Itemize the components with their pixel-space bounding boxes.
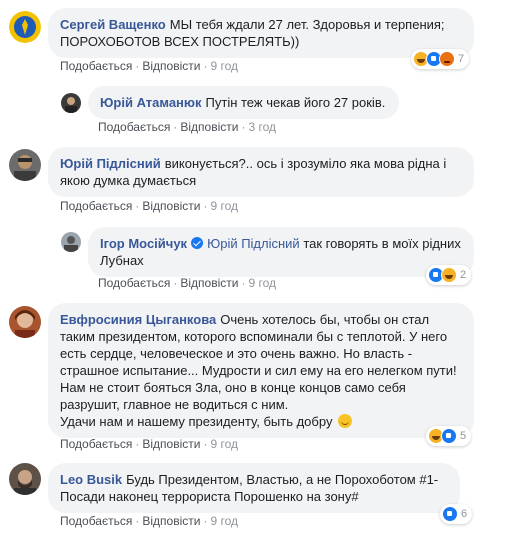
comment-bubble: Юрій Підлісний виконується?.. ось і зрозу… bbox=[48, 147, 474, 197]
comment-time[interactable]: 9 год bbox=[210, 199, 238, 213]
avatar[interactable] bbox=[61, 93, 81, 113]
like-link[interactable]: Подобається bbox=[98, 276, 170, 290]
comment-actions: Подобається · Відповісти · 9 год bbox=[60, 514, 238, 528]
like-link[interactable]: Подобається bbox=[60, 59, 132, 73]
reaction-summary[interactable]: 6 bbox=[440, 504, 473, 524]
comment-author[interactable]: Юрій Атаманюк bbox=[100, 95, 202, 110]
reply-link[interactable]: Відповісти bbox=[142, 514, 200, 528]
reaction-count: 6 bbox=[461, 508, 468, 520]
comment-actions: Подобається · Відповісти · 9 год bbox=[60, 199, 238, 213]
avatar[interactable] bbox=[9, 463, 41, 495]
reaction-count: 5 bbox=[460, 430, 467, 442]
comment-author[interactable]: Юрій Підлісний bbox=[60, 156, 161, 171]
reaction-summary[interactable]: 2 bbox=[426, 265, 472, 285]
comment-text: Путін теж чекав його 27 років. bbox=[205, 95, 386, 110]
avatar[interactable] bbox=[9, 11, 41, 43]
comment-time[interactable]: 3 год bbox=[248, 120, 276, 134]
reaction-summary[interactable]: 7 bbox=[411, 49, 470, 69]
comment-time[interactable]: 9 год bbox=[210, 437, 238, 451]
angry-reaction-icon bbox=[439, 51, 455, 67]
reaction-count: 7 bbox=[458, 53, 465, 65]
reply-link[interactable]: Відповісти bbox=[180, 120, 238, 134]
avatar[interactable] bbox=[61, 232, 81, 252]
reply-link[interactable]: Відповісти bbox=[142, 199, 200, 213]
smile-emoji-icon bbox=[338, 414, 353, 428]
like-reaction-icon bbox=[441, 428, 457, 444]
comment-bubble: Юрій Атаманюк Путін теж чекав його 27 рок… bbox=[88, 86, 399, 119]
like-link[interactable]: Подобається bbox=[60, 199, 132, 213]
avatar[interactable] bbox=[9, 149, 41, 181]
comment-author[interactable]: Сергей Ващенко bbox=[60, 17, 166, 32]
comment-author[interactable]: Leo Busik bbox=[60, 472, 122, 487]
comment-author[interactable]: Ігор Мосійчук bbox=[100, 236, 187, 251]
comment-actions: Подобається · Відповісти · 3 год bbox=[98, 120, 276, 134]
comment-time[interactable]: 9 год bbox=[210, 59, 238, 73]
comment-author[interactable]: Евфросиния Цыганкова bbox=[60, 312, 216, 327]
like-reaction-icon bbox=[442, 506, 458, 522]
comment-actions: Подобається · Відповісти · 9 год bbox=[98, 276, 276, 290]
comment-actions: Подобається · Відповісти · 9 год bbox=[60, 437, 238, 451]
verified-badge-icon bbox=[191, 237, 204, 249]
reply-link[interactable]: Відповісти bbox=[142, 59, 200, 73]
comment-text: Очень хотелось бы, чтобы он стал таким п… bbox=[60, 312, 457, 412]
mention-link[interactable]: Юрій Підлісний bbox=[207, 236, 300, 251]
reaction-summary[interactable]: 5 bbox=[426, 426, 472, 446]
avatar[interactable] bbox=[9, 306, 41, 338]
comment-bubble: Сергей Ващенко МЫ тебя ждали 27 лет. Здор… bbox=[48, 8, 474, 58]
comment-bubble: Ігор Мосійчук Юрій Підлісний так говорять… bbox=[88, 227, 474, 277]
reaction-count: 2 bbox=[460, 269, 467, 281]
reply-link[interactable]: Відповісти bbox=[142, 437, 200, 451]
like-link[interactable]: Подобається bbox=[98, 120, 170, 134]
like-link[interactable]: Подобається bbox=[60, 437, 132, 451]
comment-actions: Подобається · Відповісти · 9 год bbox=[60, 59, 238, 73]
comment-bubble: Leo Busik Будь Президентом, Властью, а не… bbox=[48, 463, 460, 513]
reply-link[interactable]: Відповісти bbox=[180, 276, 238, 290]
comment-bubble: Евфросиния Цыганкова Очень хотелось бы, ч… bbox=[48, 303, 474, 438]
comment-text-line: Удачи нам и нашему президенту, быть добр… bbox=[60, 414, 333, 429]
haha-reaction-icon bbox=[441, 267, 457, 283]
like-link[interactable]: Подобається bbox=[60, 514, 132, 528]
comment-time[interactable]: 9 год bbox=[248, 276, 276, 290]
comment-time[interactable]: 9 год bbox=[210, 514, 238, 528]
